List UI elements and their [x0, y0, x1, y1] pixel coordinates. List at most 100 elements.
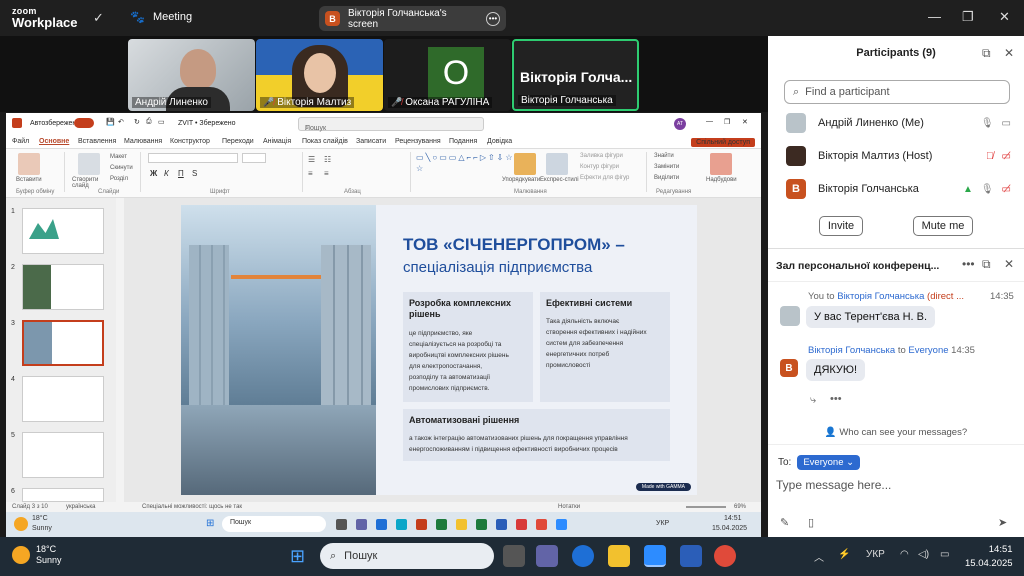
more-options-icon[interactable]: ••• [486, 11, 500, 26]
recipient-dropdown[interactable]: Everyone ⌄ [797, 455, 861, 470]
slide-thumbnail-4[interactable] [22, 376, 104, 422]
more-icon[interactable]: ••• [830, 393, 842, 405]
new-slide-icon[interactable] [78, 153, 100, 175]
video-icon[interactable]: ▭ [1002, 118, 1011, 129]
tab-file[interactable]: Файл [12, 138, 29, 145]
window-restore-icon[interactable]: ❐ [724, 118, 730, 126]
taskbar-clock[interactable]: 14:51 15.04.2025 [965, 543, 1013, 571]
help-icon[interactable] [572, 545, 594, 567]
message-input[interactable]: Type message here... [776, 478, 891, 492]
network-status-icon[interactable]: ⚡ [838, 549, 850, 560]
zoom-icon[interactable] [556, 519, 567, 530]
taskbar-search[interactable]: ⌕ Пошук [320, 543, 494, 569]
present-icon[interactable]: ▭ [158, 118, 165, 126]
battery-icon[interactable]: ▭ [940, 549, 949, 560]
slide-thumbnail-5[interactable] [22, 432, 104, 478]
paste-icon[interactable] [18, 153, 40, 175]
tab-review[interactable]: Рецензування [395, 138, 441, 145]
file-explorer-icon[interactable] [608, 545, 630, 567]
minimize-icon[interactable]: — [928, 9, 941, 24]
print-icon[interactable]: ⎙ [146, 118, 152, 126]
word-icon[interactable] [496, 519, 507, 530]
bold-icon[interactable]: Ж [150, 169, 157, 178]
quick-styles-icon[interactable] [546, 153, 568, 175]
align-center-icon[interactable]: ≡ [324, 169, 329, 178]
accessibility-status[interactable]: Спеціальні можливості: щось не так [142, 504, 242, 510]
teams-icon[interactable] [356, 519, 367, 530]
numbering-icon[interactable]: ☷ [324, 155, 331, 164]
zoom-taskbar-icon[interactable] [644, 545, 666, 567]
video-off-icon[interactable]: ▭̸ [1002, 184, 1011, 195]
inner-search-box[interactable]: Пошук [222, 516, 326, 532]
tab-record[interactable]: Записати [356, 138, 386, 145]
task-view-icon[interactable] [503, 545, 525, 567]
send-icon[interactable]: ➤ [998, 516, 1007, 529]
video-tile-1[interactable]: Андрій Линенко [128, 39, 255, 111]
wifi-icon[interactable]: ◠ [900, 549, 909, 560]
who-can-see-link[interactable]: 👤 Who can see your messages? [768, 427, 1024, 438]
windows-start-icon[interactable]: ⊞ [206, 518, 214, 529]
video-tile-2[interactable]: 🎤̸ Вікторія Малтиз [256, 39, 383, 111]
restore-icon[interactable]: ❐ [962, 9, 974, 25]
tab-insert[interactable]: Вставлення [78, 138, 116, 145]
italic-icon[interactable]: К [164, 169, 169, 178]
mic-icon[interactable]: 🎙 [981, 118, 994, 129]
mute-me-button[interactable]: Mute me [913, 216, 973, 236]
chevron-up-icon[interactable]: ︿ [814, 549, 824, 564]
slide-thumbnail-3[interactable] [22, 320, 104, 366]
save-icon[interactable]: 💾 [106, 118, 115, 126]
volume-icon[interactable]: ◁) [918, 549, 929, 560]
window-min-icon[interactable]: — [706, 118, 713, 125]
help-icon[interactable] [376, 519, 387, 530]
find-participant-input[interactable]: ⌕ Find a participant [784, 80, 1010, 104]
tab-view[interactable]: Подання [449, 138, 477, 145]
video-tile-4[interactable]: Вікторія Голча... Вікторія Голчанська [512, 39, 639, 111]
word-icon[interactable] [680, 545, 702, 567]
shapes-gallery[interactable]: ▭╲○▭▭△⌐⌐▷⇧⇩☆{}☆ [416, 152, 522, 186]
add-ins-icon[interactable] [710, 153, 732, 175]
participant-row[interactable]: В Вікторія Голчанська ▲ 🎙 ▭̸ [786, 177, 1011, 201]
explorer-icon[interactable] [456, 519, 467, 530]
windows-start-icon[interactable]: ⊞ [290, 546, 305, 567]
screen-share-indicator[interactable]: В Вікторія Голчанська's screen ••• [319, 6, 506, 31]
zoom-slider[interactable] [686, 506, 726, 508]
powerpoint-taskbar-icon[interactable] [416, 519, 427, 530]
ppt-search-box[interactable]: ⌕ Пошук [298, 117, 484, 132]
arrange-icon[interactable] [514, 153, 536, 175]
participant-row[interactable]: Вікторія Малтиз (Host) 🎙̸ ▭̸ [786, 144, 1011, 168]
close-chat-icon[interactable]: ✕ [1004, 257, 1014, 271]
tab-transitions[interactable]: Переходи [222, 138, 254, 145]
popout-icon[interactable]: ⧉ [982, 46, 991, 61]
acrobat-icon[interactable] [516, 519, 527, 530]
tab-slideshow[interactable]: Показ слайдів [302, 138, 348, 145]
bullets-icon[interactable]: ☰ [308, 155, 315, 164]
popout-icon[interactable]: ⧉ [982, 257, 991, 272]
user-avatar[interactable]: AT [674, 118, 686, 130]
video-tile-3[interactable]: О 🎤̸ Оксана РАГУЛІНА [384, 39, 511, 111]
tab-draw[interactable]: Малювання [124, 138, 162, 145]
format-icon[interactable]: ✎ [780, 516, 789, 529]
participant-row[interactable]: Андрій Линенко (Me) 🎙 ▭ [786, 111, 1011, 135]
tab-animations[interactable]: Анімація [263, 138, 291, 145]
edge-icon[interactable] [396, 519, 407, 530]
share-button[interactable]: Спільний доступ [691, 138, 755, 147]
invite-button[interactable]: Invite [819, 216, 863, 236]
excel-icon[interactable] [436, 519, 447, 530]
info-icon[interactable]: ✓ [93, 10, 104, 26]
more-icon[interactable]: ••• [962, 257, 975, 271]
window-close-icon[interactable]: ✕ [742, 118, 748, 126]
mic-muted-icon[interactable]: 🎙̸ [986, 151, 994, 162]
underline-icon[interactable]: П [178, 169, 184, 178]
teams-icon[interactable] [536, 545, 558, 567]
mic-icon[interactable]: 🎙 [981, 184, 994, 195]
file-icon[interactable]: ▯ [808, 516, 814, 529]
font-size-box[interactable] [242, 153, 266, 163]
weather-widget[interactable]: 18°C Sunny [12, 544, 62, 566]
slide-thumbnail-6[interactable] [22, 488, 104, 502]
close-panel-icon[interactable]: ✕ [1004, 46, 1014, 60]
strikethrough-icon[interactable]: S [192, 169, 197, 178]
redo-icon[interactable]: ↻ [134, 118, 140, 126]
chrome-icon[interactable] [536, 519, 547, 530]
align-left-icon[interactable]: ≡ [308, 169, 313, 178]
font-name-box[interactable] [148, 153, 238, 163]
